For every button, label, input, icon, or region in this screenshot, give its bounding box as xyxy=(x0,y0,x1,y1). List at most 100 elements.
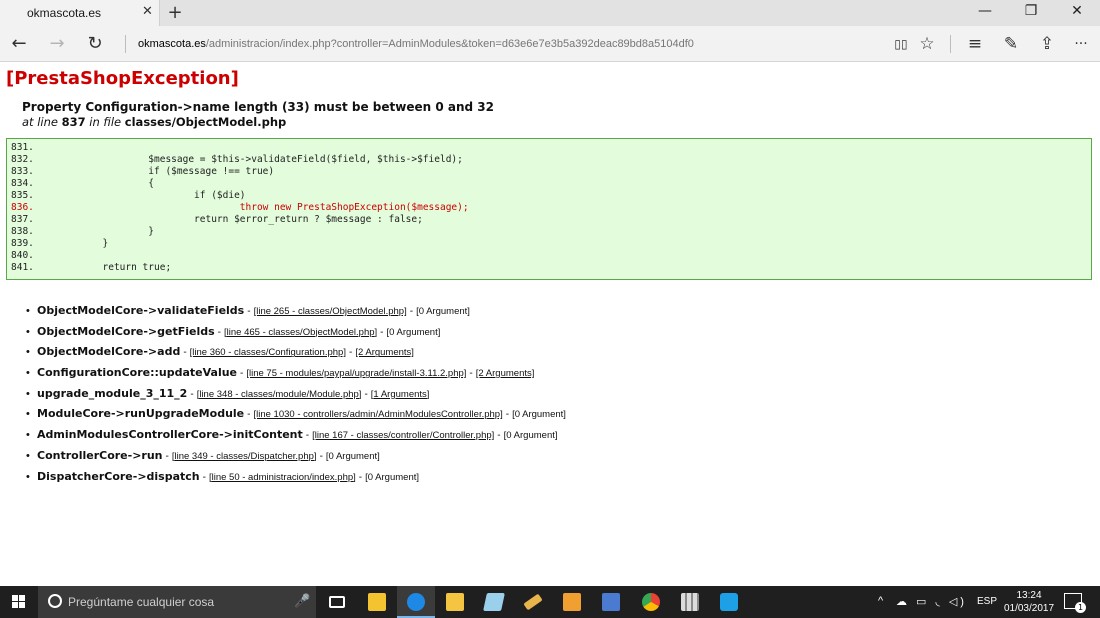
code-line: 831. xyxy=(11,142,34,153)
trace-function: ConfigurationCore::updateValue xyxy=(37,366,238,380)
forward-button[interactable]: → xyxy=(44,32,70,56)
code-line: 837. return $error_return ? $message : f… xyxy=(11,214,423,225)
error-location: at line 837 in file classes/ObjectModel.… xyxy=(22,115,286,129)
separator: - xyxy=(364,388,368,400)
system-clock[interactable]: 13:24 01/03/2017 xyxy=(1000,589,1058,615)
chrome-icon xyxy=(642,593,660,611)
trace-item: • upgrade_module_3_11_2- [line 348 - class… xyxy=(26,385,566,406)
separator: - xyxy=(247,306,251,317)
error-message: Property Configuration->name length (33)… xyxy=(22,100,494,114)
start-button[interactable] xyxy=(0,586,38,618)
address-separator xyxy=(125,35,126,53)
back-button[interactable]: ← xyxy=(6,32,32,56)
trace-location-link[interactable]: [line 348 - classes/module/Module.php] xyxy=(197,389,362,400)
trace-arguments[interactable]: [1 Arguments] xyxy=(371,389,430,400)
refresh-button[interactable]: ↻ xyxy=(82,32,108,56)
tab-close-icon[interactable]: ✕ xyxy=(142,4,153,19)
trace-item: • ObjectModelCore->getFields - [line 465 - … xyxy=(26,323,566,344)
code-line: 841. return true; xyxy=(11,262,172,273)
taskbar-app-1[interactable] xyxy=(358,586,396,618)
tray-status-icons[interactable]: ☁ ▭ ◟ ◁) xyxy=(896,595,967,608)
trace-arguments: [0 Argument] xyxy=(365,471,420,483)
app-7-icon xyxy=(602,593,620,611)
close-window-button[interactable]: ✕ xyxy=(1054,3,1100,19)
trace-location-link[interactable]: [line 75 - modules/paypal/upgrade/instal… xyxy=(246,368,466,379)
minimize-button[interactable]: — xyxy=(962,3,1008,19)
trace-item: • DispatcherCore->dispatch - [line 50 - adm… xyxy=(26,468,566,489)
code-line: 838. } xyxy=(11,226,154,237)
trace-arguments: [0 Argument] xyxy=(325,450,380,462)
taskbar-app-4[interactable] xyxy=(475,586,513,618)
taskbar-app-5[interactable] xyxy=(514,586,552,618)
hub-icon[interactable]: ≡ xyxy=(962,32,988,56)
task-view-button[interactable] xyxy=(318,586,356,618)
separator: - xyxy=(240,368,244,380)
taskbar-edge[interactable] xyxy=(397,586,435,618)
code-text: } xyxy=(33,238,109,249)
trace-location-link[interactable]: [line 360 - classes/Configuration.php] xyxy=(190,347,346,358)
reading-view-icon[interactable]: ▯▯ xyxy=(888,32,914,56)
trace-location-link[interactable]: [line 465 - classes/ObjectModel.php] xyxy=(224,327,377,338)
new-tab-button[interactable]: + xyxy=(166,2,184,23)
separator: - xyxy=(505,409,510,421)
taskbar-app-9[interactable] xyxy=(671,586,709,618)
taskbar-chrome[interactable] xyxy=(632,586,670,618)
microphone-icon[interactable]: 🎤 xyxy=(294,594,310,609)
separator: - xyxy=(380,326,384,338)
trace-arguments[interactable]: [2 Arguments] xyxy=(476,368,535,379)
more-icon[interactable]: ··· xyxy=(1068,32,1094,56)
taskbar-app-7[interactable] xyxy=(592,586,630,618)
trace-function: ModuleCore->runUpgradeModule xyxy=(37,407,245,421)
code-line: 833. if ($message !== true) xyxy=(11,166,275,177)
favorite-star-icon[interactable]: ☆ xyxy=(914,32,940,56)
code-line-highlighted: 836. throw new PrestaShopException($mess… xyxy=(11,202,469,213)
trace-function: upgrade_module_3_11_2 xyxy=(37,386,188,400)
trace-arguments: [0 Argument] xyxy=(416,306,470,317)
separator: - xyxy=(469,368,473,380)
taskbar-app-6[interactable] xyxy=(553,586,591,618)
separator: - xyxy=(217,326,222,338)
share-icon[interactable]: ⇪ xyxy=(1034,32,1060,56)
trace-item: • ConfigurationCore::updateValue - [line 75… xyxy=(26,364,566,385)
tab-title: okmascota.es xyxy=(27,6,102,20)
at-line-label: at line xyxy=(22,115,58,129)
trace-function: ControllerCore->run xyxy=(37,448,163,462)
trace-arguments[interactable]: [2 Arguments] xyxy=(355,347,414,358)
page-content: [PrestaShopException] Property Configura… xyxy=(0,62,1100,586)
bullet: • xyxy=(26,346,30,359)
tray-chevron-icon[interactable]: ^ xyxy=(878,595,883,607)
code-line: 839. } xyxy=(11,238,109,249)
trace-function: DispatcherCore->dispatch xyxy=(37,469,200,483)
bullet: • xyxy=(26,367,30,380)
trace-location-link[interactable]: [line 50 - administracion/index.php] xyxy=(209,472,356,483)
notification-badge: 1 xyxy=(1075,602,1086,613)
app-1-icon xyxy=(368,593,386,611)
app-9-icon xyxy=(681,593,699,611)
language-indicator[interactable]: ESP xyxy=(977,596,997,607)
web-note-icon[interactable]: ✎ xyxy=(998,32,1024,56)
taskbar-app-10[interactable] xyxy=(710,586,748,618)
edge-icon xyxy=(407,593,425,611)
url-path: /administracion/index.php?controller=Adm… xyxy=(205,38,694,50)
code-text: return true; xyxy=(33,262,172,273)
search-placeholder: Pregúntame cualquier cosa xyxy=(68,595,215,609)
bullet: • xyxy=(26,449,30,462)
cortana-search-box[interactable]: Pregúntame cualquier cosa 🎤 xyxy=(38,586,316,618)
trace-location-link[interactable]: [line 349 - classes/Dispatcher.php] xyxy=(172,451,317,462)
browser-tab[interactable]: okmascota.es ✕ xyxy=(0,0,160,26)
trace-location-link[interactable]: [line 1030 - controllers/admin/AdminModu… xyxy=(253,409,502,420)
trace-location-link[interactable]: [line 265 - classes/ObjectModel.php] xyxy=(254,306,407,317)
code-text: } xyxy=(33,226,154,237)
line-number: 837 xyxy=(61,115,86,129)
exception-title: [PrestaShopException] xyxy=(6,68,239,89)
bullet: • xyxy=(26,325,30,338)
trace-location-link[interactable]: [line 167 - classes/controller/Controlle… xyxy=(312,430,494,441)
trace-function: ObjectModelCore->add xyxy=(37,345,181,359)
address-bar[interactable]: okmascota.es/administracion/index.php?co… xyxy=(138,38,694,50)
code-text: throw new PrestaShopException($message); xyxy=(33,202,469,213)
restore-button[interactable]: ❐ xyxy=(1008,3,1054,19)
bullet: • xyxy=(26,429,30,442)
separator: - xyxy=(358,471,363,483)
taskbar-file-explorer[interactable] xyxy=(436,586,474,618)
url-host: okmascota.es xyxy=(138,38,206,50)
